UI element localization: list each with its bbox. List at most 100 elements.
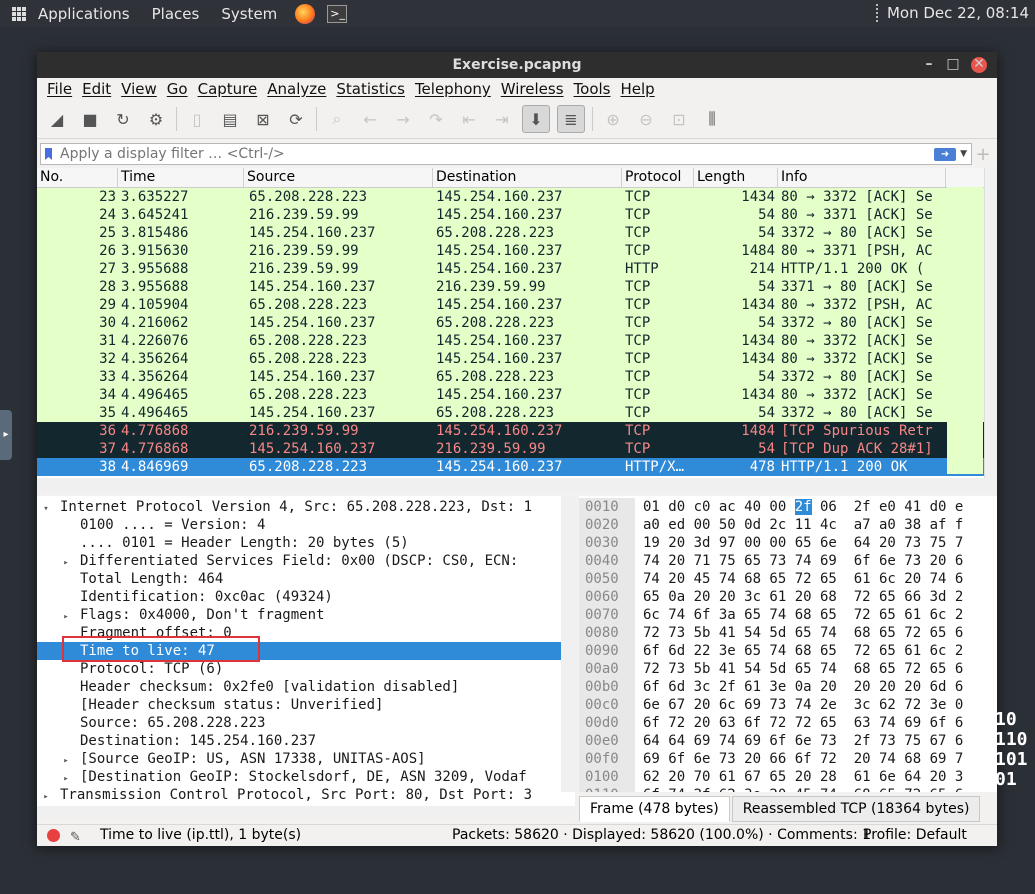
- menu-go[interactable]: Go: [167, 80, 188, 98]
- bytes-row[interactable]: 0060 65 0a 20 20 3c 61 20 68 72 65 66 3d …: [579, 588, 997, 606]
- detail-tree-item[interactable]: ▸ [Source GeoIP: US, ASN 17338, UNITAS-AO…: [37, 750, 575, 768]
- status-profile[interactable]: Profile: Default: [863, 825, 967, 846]
- packet-row[interactable]: 31 4.226076 65.208.228.223 145.254.160.237 T…: [37, 332, 997, 350]
- detail-tree-item[interactable]: Total Length: 464: [37, 570, 575, 588]
- go-forward-icon[interactable]: →: [390, 106, 416, 132]
- bytes-row[interactable]: 00e0 64 64 69 74 69 6f 6e 73 2f 73 75 67 …: [579, 732, 997, 750]
- zoom-in-icon[interactable]: ⊕: [600, 106, 626, 132]
- close-button[interactable]: ✕: [971, 57, 987, 73]
- bytes-row[interactable]: 0080 72 73 5b 41 54 5d 65 74 68 65 72 65 …: [579, 624, 997, 642]
- firefox-icon[interactable]: [295, 3, 316, 24]
- menu-analyze[interactable]: Analyze: [267, 80, 326, 98]
- packet-minimap[interactable]: [947, 187, 983, 474]
- detail-tree-item[interactable]: Protocol: TCP (6): [37, 660, 575, 678]
- col-header-time[interactable]: Time: [118, 168, 244, 187]
- bytes-row[interactable]: 00b0 6f 6d 3c 2f 61 3e 0a 20 20 20 20 6d …: [579, 678, 997, 696]
- packet-row[interactable]: 24 3.645241 216.239.59.99 145.254.160.237 TC…: [37, 206, 997, 224]
- col-header-info[interactable]: Info: [778, 168, 946, 187]
- shark-fin-start-icon[interactable]: ◢: [44, 106, 70, 132]
- menu-help[interactable]: Help: [620, 80, 654, 98]
- go-to-packet-icon[interactable]: ↷: [423, 106, 449, 132]
- last-packet-icon[interactable]: ⇥: [489, 106, 515, 132]
- close-file-icon[interactable]: ⊠: [250, 106, 276, 132]
- menu-edit[interactable]: Edit: [82, 80, 111, 98]
- detail-tree-item[interactable]: Identification: 0xc0ac (49324): [37, 588, 575, 606]
- system-menu[interactable]: System: [221, 5, 277, 23]
- col-header-length[interactable]: Length: [694, 168, 778, 187]
- menu-file[interactable]: File: [47, 80, 72, 98]
- stop-capture-icon[interactable]: ■: [77, 106, 103, 132]
- col-header-no[interactable]: No.: [37, 168, 118, 187]
- detail-tree-item[interactable]: ▸ Differentiated Services Field: 0x00 (DS…: [37, 552, 575, 570]
- bytes-row[interactable]: 00d0 6f 72 20 63 6f 72 72 65 63 74 69 6f …: [579, 714, 997, 732]
- terminal-icon[interactable]: >_: [327, 4, 348, 23]
- col-header-source[interactable]: Source: [244, 168, 433, 187]
- detail-tree-item[interactable]: 0100 .... = Version: 4: [37, 516, 575, 534]
- detail-tree-item[interactable]: ▸ [Destination GeoIP: Stockelsdorf, DE, A…: [37, 768, 575, 786]
- apply-filter-arrow-icon[interactable]: ➜: [934, 147, 957, 161]
- bytes-row[interactable]: 0090 6f 6d 22 3e 65 74 68 65 72 65 61 6c …: [579, 642, 997, 660]
- find-packet-icon[interactable]: ⌕: [324, 106, 350, 132]
- bytes-row[interactable]: 0050 74 20 45 74 68 65 72 65 61 6c 20 74 …: [579, 570, 997, 588]
- reload-file-icon[interactable]: ⟳: [283, 106, 309, 132]
- colorize-icon[interactable]: ≣: [557, 105, 585, 133]
- edit-comment-icon[interactable]: ✎: [70, 827, 81, 848]
- capture-options-gear-icon[interactable]: ⚙: [143, 106, 169, 132]
- title-bar[interactable]: Exercise.pcapng – □ ✕: [37, 52, 997, 78]
- detail-tree-item[interactable]: Source: 65.208.228.223: [37, 714, 575, 732]
- tab-frame-bytes[interactable]: Frame (478 bytes): [579, 796, 730, 822]
- save-file-icon[interactable]: ▤: [217, 106, 243, 132]
- detail-tree-item[interactable]: .... 0101 = Header Length: 20 bytes (5): [37, 534, 575, 552]
- packet-row[interactable]: 30 4.216062 145.254.160.237 65.208.228.223 T…: [37, 314, 997, 332]
- packet-list-scrollbar[interactable]: [984, 168, 997, 478]
- packet-list-hscrollbar[interactable]: [37, 478, 997, 492]
- packet-row[interactable]: 27 3.955688 216.239.59.99 145.254.160.237 HT…: [37, 260, 997, 278]
- details-scrollbar[interactable]: [561, 496, 575, 792]
- restart-capture-icon[interactable]: ↻: [110, 106, 136, 132]
- menu-telephony[interactable]: Telephony: [415, 80, 491, 98]
- packet-row[interactable]: 26 3.915630 216.239.59.99 145.254.160.237 TC…: [37, 242, 997, 260]
- expand-arrow-icon[interactable]: ▸: [41, 788, 51, 806]
- side-panel-handle[interactable]: ▸: [0, 410, 12, 460]
- packet-row[interactable]: 33 4.356264 145.254.160.237 65.208.228.223 T…: [37, 368, 997, 386]
- add-filter-button-icon[interactable]: +: [972, 144, 994, 165]
- expand-arrow-icon[interactable]: ▾: [41, 500, 51, 518]
- packet-row[interactable]: 36 4.776868 216.239.59.99 145.254.160.237 TC…: [37, 422, 997, 440]
- details-hscrollbar[interactable]: [37, 806, 575, 819]
- menu-view[interactable]: View: [121, 80, 157, 98]
- go-back-icon[interactable]: ←: [357, 106, 383, 132]
- packet-row[interactable]: 32 4.356264 65.208.228.223 145.254.160.237 T…: [37, 350, 997, 368]
- first-packet-icon[interactable]: ⇤: [456, 106, 482, 132]
- detail-tree-item[interactable]: ▸ Transmission Control Protocol, Src Port…: [37, 786, 575, 804]
- bytes-row[interactable]: 0100 62 20 70 61 67 65 20 28 61 6e 64 20 …: [579, 768, 997, 786]
- bytes-row[interactable]: 0070 6c 74 6f 3a 65 74 68 65 72 65 61 6c …: [579, 606, 997, 624]
- bytes-row[interactable]: 0040 74 20 71 75 65 73 74 69 6f 6e 73 20 …: [579, 552, 997, 570]
- tab-reassembled-tcp[interactable]: Reassembled TCP (18364 bytes): [731, 796, 981, 822]
- menu-tools[interactable]: Tools: [574, 80, 611, 98]
- autoscroll-icon[interactable]: ⬇: [522, 105, 550, 133]
- bytes-row[interactable]: 0020 a0 ed 00 50 0d 2c 11 4c a7 a0 38 af …: [579, 516, 997, 534]
- packet-row[interactable]: 28 3.955688 145.254.160.237 216.239.59.99 TC…: [37, 278, 997, 296]
- menu-capture[interactable]: Capture: [198, 80, 258, 98]
- expert-info-icon[interactable]: [47, 829, 60, 842]
- apps-grid-icon[interactable]: [12, 6, 26, 21]
- filter-dropdown-icon[interactable]: ▼: [960, 149, 967, 159]
- bytes-row[interactable]: 00f0 69 6f 6e 73 20 66 6f 72 20 74 68 69 …: [579, 750, 997, 768]
- applications-menu[interactable]: Applications: [38, 5, 130, 23]
- bytes-row[interactable]: 0110 6f 74 2f 62 3e 20 45 74 68 65 72 65 …: [579, 786, 997, 792]
- resize-columns-icon[interactable]: ⫼: [699, 106, 725, 132]
- packet-row[interactable]: 25 3.815486 145.254.160.237 65.208.228.223 T…: [37, 224, 997, 242]
- col-header-protocol[interactable]: Protocol: [622, 168, 694, 187]
- bytes-row[interactable]: 0030 19 20 3d 97 00 00 65 6e 64 20 73 75 …: [579, 534, 997, 552]
- packet-row[interactable]: 35 4.496465 145.254.160.237 65.208.228.223 T…: [37, 404, 997, 422]
- packet-row[interactable]: 38 4.846969 65.208.228.223 145.254.160.237 H…: [37, 458, 997, 476]
- open-file-icon[interactable]: ▯: [184, 106, 210, 132]
- places-menu[interactable]: Places: [152, 5, 200, 23]
- menu-statistics[interactable]: Statistics: [336, 80, 405, 98]
- detail-tree-item[interactable]: [Header checksum status: Unverified]: [37, 696, 575, 714]
- menu-wireless[interactable]: Wireless: [501, 80, 564, 98]
- detail-tree-item[interactable]: Destination: 145.254.160.237: [37, 732, 575, 750]
- display-filter-input[interactable]: [58, 145, 935, 163]
- packet-row[interactable]: 23 3.635227 65.208.228.223 145.254.160.237 T…: [37, 188, 997, 206]
- minimize-button[interactable]: –: [921, 57, 937, 73]
